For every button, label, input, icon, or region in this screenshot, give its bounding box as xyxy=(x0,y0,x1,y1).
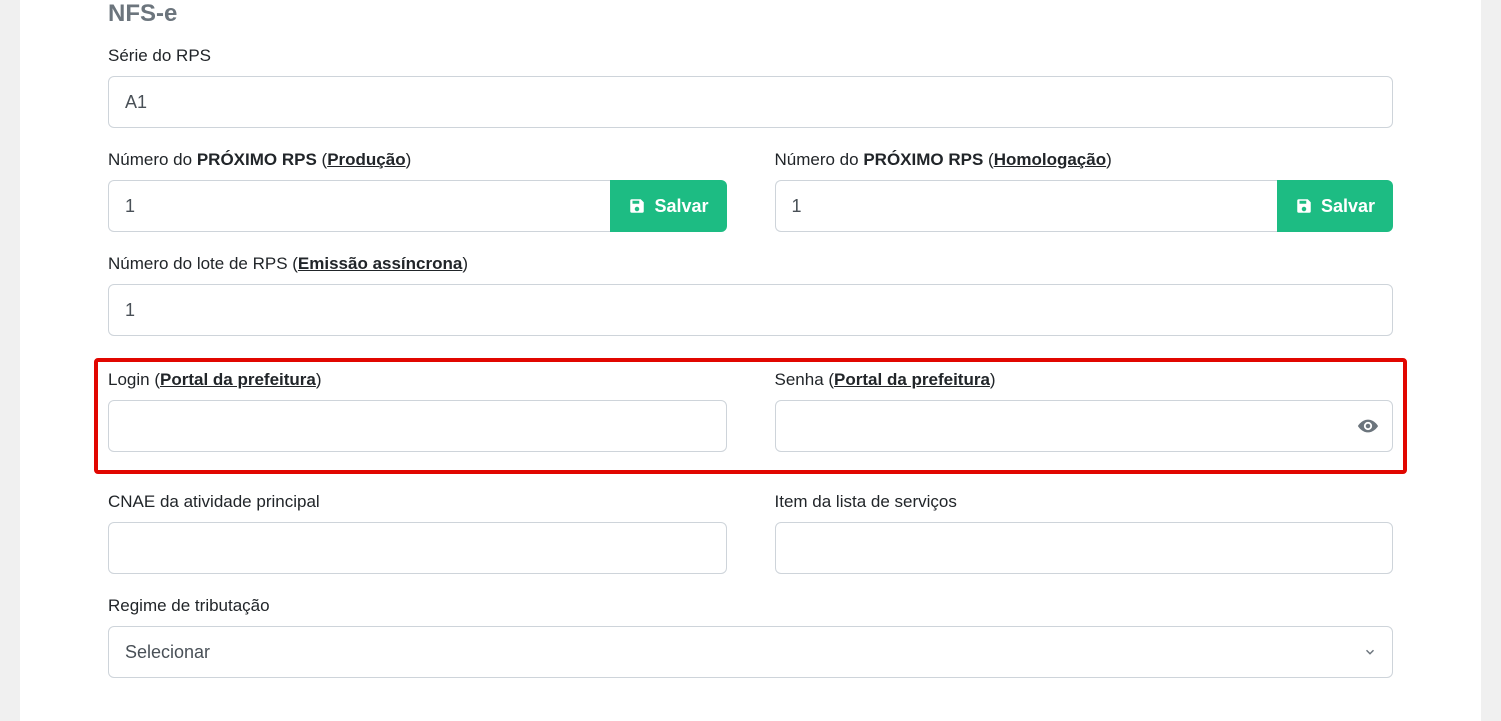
label-senha: Senha (Portal da prefeitura) xyxy=(775,370,1394,390)
label-prox-rps-prod: Número do PRÓXIMO RPS (Produção) xyxy=(108,150,727,170)
input-prox-rps-prod[interactable] xyxy=(108,180,610,232)
link-producao[interactable]: Produção xyxy=(327,150,405,169)
input-serie-rps[interactable] xyxy=(108,76,1393,128)
label-prox-rps-hom: Número do PRÓXIMO RPS (Homologação) xyxy=(775,150,1394,170)
select-regime[interactable]: Selecionar xyxy=(108,626,1393,678)
field-prox-rps-prod: Número do PRÓXIMO RPS (Produção) Salvar xyxy=(108,150,727,232)
save-button-hom[interactable]: Salvar xyxy=(1277,180,1393,232)
field-prox-rps-hom: Número do PRÓXIMO RPS (Homologação) Salv… xyxy=(775,150,1394,232)
save-button-label: Salvar xyxy=(654,196,708,217)
link-portal-prefeitura-login[interactable]: Portal da prefeitura xyxy=(160,370,316,389)
section-title: NFS-e xyxy=(108,0,1393,28)
input-cnae[interactable] xyxy=(108,522,727,574)
save-button-label: Salvar xyxy=(1321,196,1375,217)
link-emissao-assincrona[interactable]: Emissão assíncrona xyxy=(298,254,462,273)
label-cnae: CNAE da atividade principal xyxy=(108,492,727,512)
label-item-lista: Item da lista de serviços xyxy=(775,492,1394,512)
input-lote-rps[interactable] xyxy=(108,284,1393,336)
label-regime: Regime de tributação xyxy=(108,596,1393,616)
field-item-lista: Item da lista de serviços xyxy=(775,492,1394,574)
field-lote-rps: Número do lote de RPS (Emissão assíncron… xyxy=(108,254,1393,336)
input-prox-rps-hom[interactable] xyxy=(775,180,1277,232)
input-login[interactable] xyxy=(108,400,727,452)
input-item-lista[interactable] xyxy=(775,522,1394,574)
eye-icon[interactable] xyxy=(1357,415,1379,437)
field-regime: Regime de tributação Selecionar xyxy=(108,596,1393,678)
field-senha: Senha (Portal da prefeitura) xyxy=(775,370,1394,452)
save-button-prod[interactable]: Salvar xyxy=(610,180,726,232)
field-login: Login (Portal da prefeitura) xyxy=(108,370,727,452)
save-icon xyxy=(628,197,646,215)
field-serie-rps: Série do RPS xyxy=(108,46,1393,128)
input-senha[interactable] xyxy=(775,400,1394,452)
link-portal-prefeitura-senha[interactable]: Portal da prefeitura xyxy=(834,370,990,389)
highlight-box: Login (Portal da prefeitura) Senha (Port… xyxy=(94,358,1407,474)
label-serie-rps: Série do RPS xyxy=(108,46,1393,66)
field-cnae: CNAE da atividade principal xyxy=(108,492,727,574)
link-homologacao[interactable]: Homologação xyxy=(994,150,1106,169)
save-icon xyxy=(1295,197,1313,215)
label-login: Login (Portal da prefeitura) xyxy=(108,370,727,390)
label-lote-rps: Número do lote de RPS (Emissão assíncron… xyxy=(108,254,1393,274)
